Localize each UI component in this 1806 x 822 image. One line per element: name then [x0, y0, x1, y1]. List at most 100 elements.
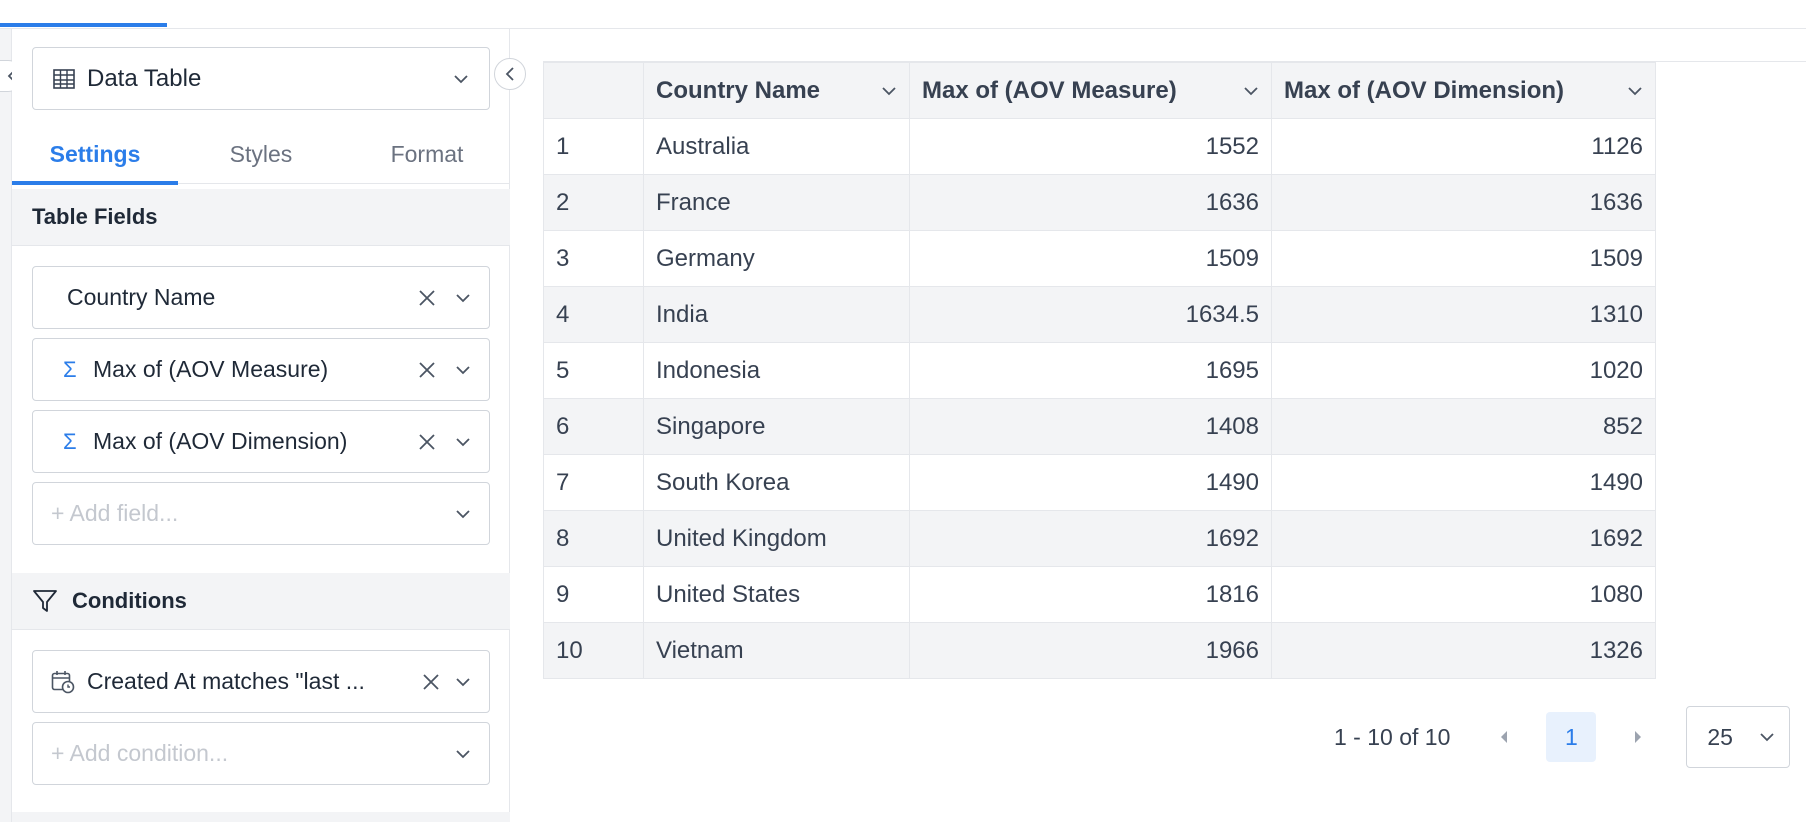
field-options-button[interactable]	[451, 430, 475, 454]
filter-icon	[33, 590, 57, 612]
aov-dimension-cell: 1310	[1271, 286, 1656, 343]
aov-measure-cell: 1695	[909, 342, 1272, 399]
table-row: 5 Indonesia 1695 1020	[543, 342, 1656, 399]
table-fields-title: Table Fields	[32, 204, 158, 229]
tab-styles[interactable]: Styles	[178, 124, 344, 184]
column-header-max-aov-dimension[interactable]: Max of (AOV Dimension)	[1271, 62, 1656, 119]
column-header-max-aov-measure[interactable]: Max of (AOV Measure)	[909, 62, 1272, 119]
left-gutter	[0, 29, 12, 822]
chevron-down-icon	[456, 749, 470, 758]
tab-format[interactable]: Format	[344, 124, 510, 184]
visualization-label: Data Table	[87, 64, 202, 92]
table-row: 4 India 1634.5 1310	[543, 286, 1656, 343]
chevron-down-icon	[1628, 86, 1642, 95]
country-cell: Vietnam	[643, 622, 910, 679]
aov-measure-cell: 1966	[909, 622, 1272, 679]
aov-dimension-cell: 852	[1271, 398, 1656, 455]
condition-options-button[interactable]	[451, 670, 475, 694]
sigma-icon: Σ	[63, 356, 77, 382]
country-cell: France	[643, 174, 910, 231]
chevron-down-icon	[454, 74, 468, 83]
add-condition-select[interactable]: + Add condition...	[32, 722, 490, 785]
column-header-country-name[interactable]: Country Name	[643, 62, 910, 119]
add-field-select[interactable]: + Add field...	[32, 482, 490, 545]
tab-settings[interactable]: Settings	[12, 124, 178, 185]
row-number-cell: 10	[543, 622, 644, 679]
field-max-aov-measure[interactable]: Σ Max of (AOV Measure)	[32, 338, 490, 401]
chevron-down-icon	[1760, 733, 1774, 742]
settings-panel: Data Table Settings Styles Format Table …	[12, 29, 510, 822]
conditions-header: Conditions	[12, 573, 510, 630]
country-cell: South Korea	[643, 454, 910, 511]
country-cell: Australia	[643, 118, 910, 175]
close-icon	[419, 289, 435, 306]
top-bar	[0, 0, 1806, 29]
page-button-current[interactable]: 1	[1546, 712, 1597, 762]
row-number-cell: 5	[543, 342, 644, 399]
data-table-area: Country Name Max of (AOV Measure) Max of…	[543, 61, 1806, 682]
aov-dimension-cell: 1636	[1271, 174, 1656, 231]
row-number-cell: 8	[543, 510, 644, 567]
next-page-button[interactable]	[1626, 725, 1650, 749]
column-header-label: Max of (AOV Dimension)	[1284, 76, 1565, 104]
aov-measure-cell: 1509	[909, 230, 1272, 287]
row-number-header	[543, 62, 644, 119]
row-number-cell: 1	[543, 118, 644, 175]
active-tab-indicator	[0, 23, 167, 27]
aov-dimension-cell: 1692	[1271, 510, 1656, 567]
field-options-button[interactable]	[451, 286, 475, 310]
chevron-down-icon-wrap	[451, 742, 475, 766]
field-label: Max of (AOV Measure)	[93, 356, 329, 382]
remove-condition-button[interactable]	[419, 670, 443, 694]
table-row: 8 United Kingdom 1692 1692	[543, 510, 1656, 567]
page-size-select[interactable]: 25	[1686, 706, 1791, 768]
field-label: Country Name	[67, 284, 216, 310]
chevron-down-icon	[1244, 86, 1258, 95]
remove-field-button[interactable]	[415, 358, 439, 382]
field-label: Max of (AOV Dimension)	[93, 428, 348, 454]
data-table: Country Name Max of (AOV Measure) Max of…	[543, 62, 1656, 679]
aov-measure-cell: 1636	[909, 174, 1272, 231]
field-max-aov-dimension[interactable]: Σ Max of (AOV Dimension)	[32, 410, 490, 473]
chevron-down-icon	[456, 365, 470, 374]
aov-measure-cell: 1552	[909, 118, 1272, 175]
chevron-down-icon	[456, 293, 470, 302]
sigma-icon: Σ	[63, 428, 77, 454]
aov-dimension-cell: 1326	[1271, 622, 1656, 679]
add-condition-placeholder: + Add condition...	[51, 740, 229, 766]
condition-created-at[interactable]: Created At matches "last ...	[32, 650, 490, 713]
remove-field-button[interactable]	[415, 430, 439, 454]
close-icon	[419, 433, 435, 450]
country-cell: Indonesia	[643, 342, 910, 399]
column-header-label: Max of (AOV Measure)	[922, 76, 1177, 104]
row-number-cell: 6	[543, 398, 644, 455]
collapse-panel-button[interactable]	[494, 58, 526, 90]
aov-measure-cell: 1634.5	[909, 286, 1272, 343]
table-row: 1 Australia 1552 1126	[543, 118, 1656, 175]
prev-page-button[interactable]	[1492, 725, 1516, 749]
calendar-clock-icon	[51, 670, 75, 693]
remove-field-button[interactable]	[415, 286, 439, 310]
table-row: 2 France 1636 1636	[543, 174, 1656, 231]
aov-measure-cell: 1490	[909, 454, 1272, 511]
field-country-name[interactable]: Country Name	[32, 266, 490, 329]
field-options-button[interactable]	[451, 358, 475, 382]
row-number-cell: 9	[543, 566, 644, 623]
column-header-label: Country Name	[656, 76, 821, 104]
country-cell: Singapore	[643, 398, 910, 455]
country-cell: United Kingdom	[643, 510, 910, 567]
table-row: 7 South Korea 1490 1490	[543, 454, 1656, 511]
aov-dimension-cell: 1509	[1271, 230, 1656, 287]
panel-tabs: Settings Styles Format	[12, 124, 510, 185]
chevron-down-icon	[456, 677, 470, 686]
row-number-cell: 3	[543, 230, 644, 287]
country-cell: India	[643, 286, 910, 343]
aov-dimension-cell: 1080	[1271, 566, 1656, 623]
next-section-header	[12, 812, 510, 822]
condition-label: Created At matches "last ...	[87, 668, 365, 694]
table-icon	[53, 68, 75, 89]
table-fields-header: Table Fields	[12, 189, 510, 246]
conditions-title: Conditions	[72, 588, 187, 613]
table-row: 9 United States 1816 1080	[543, 566, 1656, 623]
visualization-select[interactable]: Data Table	[32, 47, 490, 110]
